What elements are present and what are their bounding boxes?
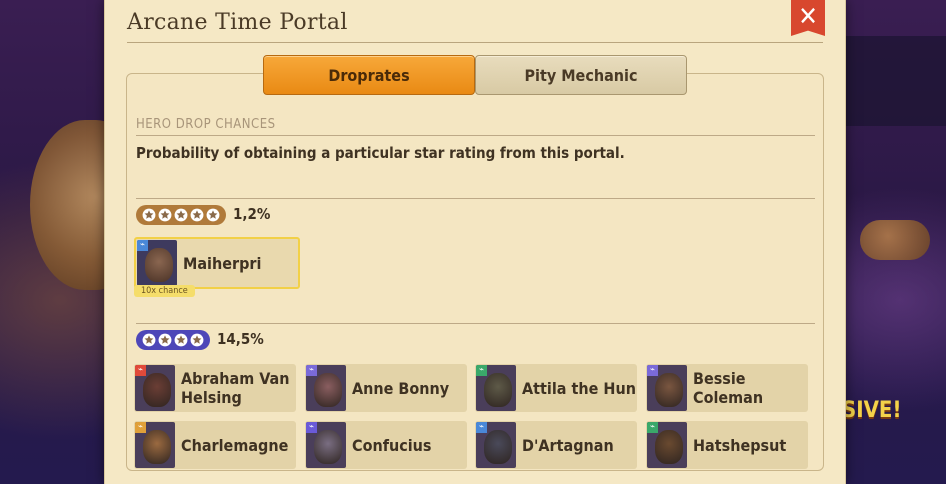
- hero-portrait: ⌁: [476, 422, 516, 468]
- close-button[interactable]: ✕: [791, 0, 825, 36]
- star-icon: [174, 208, 188, 222]
- faction-icon: ⌁: [476, 365, 487, 376]
- hero-card[interactable]: ⌁ Confucius: [305, 421, 467, 469]
- hero-card[interactable]: ⌁ Attila the Hun: [475, 364, 637, 412]
- section-heading: HERO DROP CHANCES: [136, 117, 276, 132]
- hero-card[interactable]: ⌁ Hatshepsut: [646, 421, 808, 469]
- five-star-badge: [136, 205, 226, 225]
- tab-bar: Droprates Pity Mechanic: [263, 55, 687, 95]
- faction-icon: ⌁: [137, 240, 148, 251]
- droprates-content: HERO DROP CHANCES Probability of obtaini…: [126, 73, 824, 471]
- faction-icon: ⌁: [306, 422, 317, 433]
- hero-portrait: ⌁: [647, 422, 687, 468]
- faction-icon: ⌁: [135, 365, 146, 376]
- faction-icon: ⌁: [647, 365, 658, 376]
- star-icon: [158, 208, 172, 222]
- title-divider: [127, 42, 823, 43]
- tab-pity-mechanic[interactable]: Pity Mechanic: [475, 55, 687, 95]
- hero-card[interactable]: ⌁ Charlemagne: [134, 421, 296, 469]
- section-divider: [136, 135, 815, 136]
- star-icon: [142, 333, 156, 347]
- hero-card[interactable]: ⌁ Anne Bonny: [305, 364, 467, 412]
- star-icon: [142, 208, 156, 222]
- hero-name: Hatshepsut: [693, 435, 787, 455]
- hero-name: Anne Bonny: [352, 378, 450, 398]
- dialog-title: Arcane Time Portal: [127, 10, 348, 35]
- star-icon: [190, 208, 204, 222]
- faction-icon: ⌁: [306, 365, 317, 376]
- hero-name: Charlemagne: [181, 435, 289, 455]
- faction-icon: ⌁: [647, 422, 658, 433]
- hero-name: Attila the Hun: [522, 378, 636, 398]
- hero-portrait: ⌁: [306, 422, 346, 468]
- hero-name: Abraham Van Helsing: [181, 369, 290, 407]
- faction-icon: ⌁: [476, 422, 487, 433]
- close-icon: ✕: [798, 2, 818, 32]
- hand-illustration: [860, 220, 930, 260]
- hero-name: Maiherpri: [183, 253, 262, 273]
- four-star-percent: 14,5%: [217, 330, 264, 348]
- hero-card-maiherpri[interactable]: ⌁ Maiherpri 10x chance: [134, 237, 300, 297]
- hero-portrait: ⌁: [647, 365, 687, 411]
- tier-divider: [136, 198, 815, 199]
- hero-card[interactable]: ⌁ Abraham Van Helsing: [134, 364, 296, 412]
- chance-badge: 10x chance: [134, 285, 195, 297]
- background-shape: [846, 36, 946, 126]
- hero-card[interactable]: ⌁ Bessie Coleman: [646, 364, 808, 412]
- star-icon: [158, 333, 172, 347]
- star-icon: [174, 333, 188, 347]
- hero-portrait: ⌁: [135, 365, 175, 411]
- faction-icon: ⌁: [135, 422, 146, 433]
- background-banner-text: SIVE!: [842, 398, 902, 423]
- star-icon: [206, 208, 220, 222]
- four-star-badge: [136, 330, 210, 350]
- hero-name: Confucius: [352, 435, 432, 455]
- hero-name: Bessie Coleman: [693, 369, 764, 407]
- section-description: Probability of obtaining a particular st…: [136, 144, 625, 162]
- hero-card[interactable]: ⌁ D'Artagnan: [475, 421, 637, 469]
- tier-divider: [136, 323, 815, 324]
- hero-portrait: ⌁: [476, 365, 516, 411]
- hero-portrait: ⌁: [135, 422, 175, 468]
- star-icon: [190, 333, 204, 347]
- tab-droprates[interactable]: Droprates: [263, 55, 475, 95]
- five-star-percent: 1,2%: [233, 205, 271, 223]
- portal-dialog: Arcane Time Portal ✕ Droprates Pity Mech…: [104, 0, 846, 484]
- hero-portrait: ⌁: [137, 240, 177, 286]
- hero-portrait: ⌁: [306, 365, 346, 411]
- hero-name: D'Artagnan: [522, 435, 614, 455]
